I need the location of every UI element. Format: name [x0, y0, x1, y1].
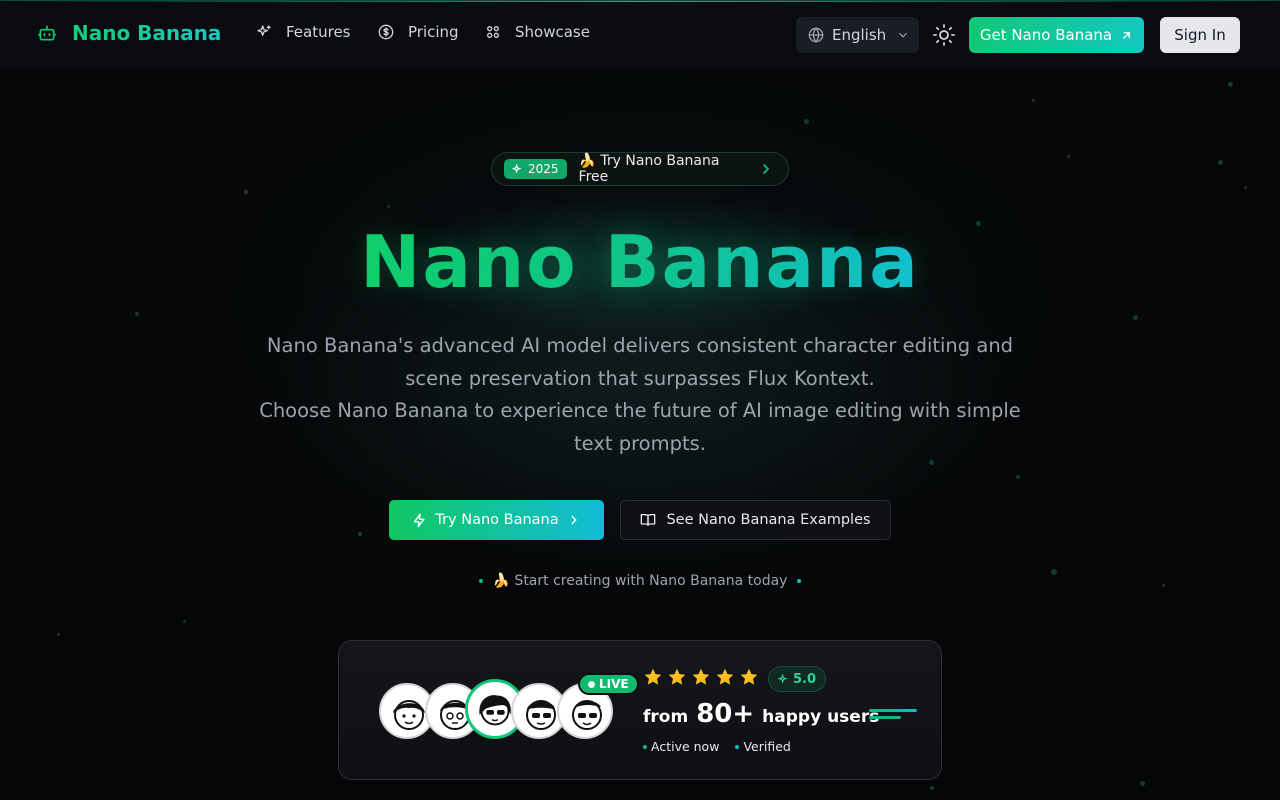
user-count: 80+: [696, 699, 755, 729]
chevron-right-icon: [571, 515, 577, 525]
star-rating: [643, 667, 759, 687]
decorative-bars: [869, 709, 917, 723]
top-navbar: Nano Banana Features Pricing Showcase En…: [0, 0, 1280, 68]
nav-link-pricing[interactable]: Pricing: [378, 23, 459, 41]
brand-name: Nano Banana: [72, 21, 222, 45]
sparkles-icon: [512, 163, 522, 174]
hero-subtitle: Nano Banana's advanced AI model delivers…: [240, 330, 1040, 460]
cta-primary-label: Try Nano Banana: [435, 512, 559, 528]
hero-subtitle-line: Nano Banana's advanced AI model delivers…: [266, 334, 1014, 390]
nav-link-label: Showcase: [515, 23, 590, 41]
sparkles-icon: [257, 25, 271, 36]
globe-icon: [808, 27, 824, 43]
live-label: LIVE: [599, 677, 629, 691]
language-label: English: [832, 26, 887, 44]
users-label: happy users: [762, 707, 880, 727]
nav-link-label: Pricing: [408, 23, 459, 41]
grid-icon: [487, 25, 499, 38]
rating-badge: 5.0: [768, 666, 827, 692]
theme-toggle-button[interactable]: [932, 23, 956, 47]
badge-year: 2025: [528, 162, 559, 176]
get-button-label: Get Nano Banana: [979, 26, 1113, 44]
from-label: from: [643, 707, 689, 727]
sun-icon: [933, 24, 955, 46]
sparkles-icon: [778, 673, 788, 684]
language-select[interactable]: English: [796, 17, 919, 53]
star-icon: [716, 668, 734, 685]
start-text: 🍌 Start creating with Nano Banana today: [492, 573, 788, 589]
see-examples-button[interactable]: See Nano Banana Examples: [620, 500, 891, 540]
verified-status: Verified: [735, 739, 791, 754]
nav-link-showcase[interactable]: Showcase: [485, 23, 590, 41]
social-proof-card: LIVE 5.0 from 80+ happy users Active now…: [338, 640, 942, 780]
arrow-up-right-icon: [1123, 31, 1131, 39]
nav-link-features[interactable]: Features: [256, 23, 351, 41]
book-open-icon: [641, 514, 656, 526]
nav-link-label: Features: [286, 23, 351, 41]
user-count-line: from 80+ happy users: [643, 699, 879, 729]
lightning-icon: [414, 513, 425, 527]
year-pill: 2025: [504, 159, 567, 179]
robot-icon: [36, 22, 58, 44]
chevron-right-icon: [763, 164, 770, 174]
hero-title: Nano Banana: [0, 220, 1280, 304]
get-nano-banana-button[interactable]: Get Nano Banana: [969, 17, 1144, 53]
hero-title-text: Nano Banana: [360, 220, 920, 304]
brand-logo-link[interactable]: Nano Banana: [36, 21, 221, 45]
rating-value: 5.0: [793, 671, 817, 687]
cta-secondary-label: See Nano Banana Examples: [666, 512, 871, 528]
star-icon: [692, 668, 710, 685]
start-creating-note: 🍌 Start creating with Nano Banana today: [0, 573, 1280, 589]
dollar-circle-icon: [378, 24, 394, 40]
active-now-status: Active now: [643, 739, 719, 754]
star-icon: [740, 668, 758, 685]
try-nano-banana-button[interactable]: Try Nano Banana: [389, 500, 604, 540]
chevron-down-icon: [899, 32, 908, 38]
star-icon: [644, 668, 662, 685]
status-meta: Active now Verified: [643, 739, 791, 754]
sign-in-button[interactable]: Sign In: [1160, 17, 1240, 53]
star-icon: [668, 668, 686, 685]
announcement-badge[interactable]: 2025 🍌 Try Nano Banana Free: [491, 152, 789, 186]
live-badge: LIVE: [578, 673, 639, 695]
badge-text: 🍌 Try Nano Banana Free: [578, 153, 720, 185]
hero-subtitle-line: Choose Nano Banana to experience the fut…: [259, 399, 1021, 455]
